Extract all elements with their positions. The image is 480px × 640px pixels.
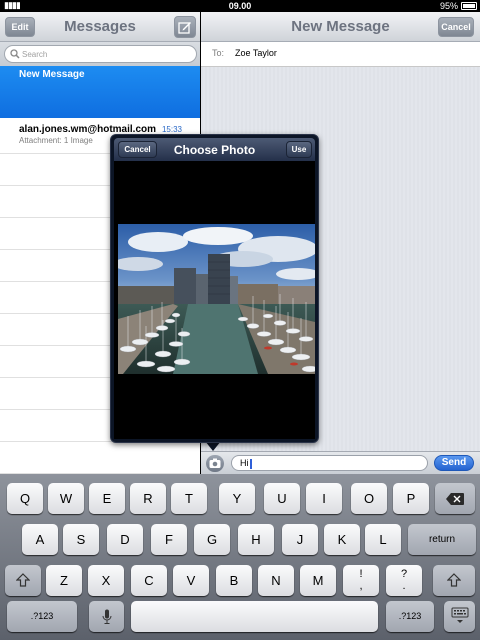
search-icon (10, 49, 20, 59)
compose-bar: Hi Send (201, 451, 480, 474)
popover-header: Cancel Choose Photo Use (114, 138, 315, 161)
keyboard: Q W E R T Y U I O P A S D F G H J K L re… (0, 474, 480, 640)
text-cursor (249, 458, 252, 469)
search-bar (0, 42, 200, 66)
empty-row (0, 442, 200, 474)
key-u[interactable]: U (264, 483, 300, 514)
backspace-key[interactable] (435, 483, 475, 514)
key-w[interactable]: W (48, 483, 84, 514)
key-t[interactable]: T (171, 483, 207, 514)
key-k[interactable]: K (324, 524, 360, 555)
new-message-navbar: New Message Cancel (201, 12, 480, 42)
key-period-label: . (402, 580, 406, 592)
key-p[interactable]: P (393, 483, 429, 514)
camera-button[interactable] (206, 455, 224, 472)
camera-icon (209, 458, 221, 468)
return-key[interactable]: return (408, 524, 476, 555)
status-bar: ▮▮▮▮ 09.00 95% (0, 0, 480, 12)
shift-key-left[interactable] (5, 565, 41, 596)
key-f[interactable]: F (151, 524, 187, 555)
key-r[interactable]: R (130, 483, 166, 514)
key-d[interactable]: D (107, 524, 143, 555)
search-input[interactable] (22, 48, 182, 60)
key-n[interactable]: N (258, 565, 294, 596)
status-time: 09.00 (228, 1, 252, 11)
numbers-key-right[interactable]: .?123 (386, 601, 434, 632)
shift-icon (446, 573, 462, 587)
backspace-icon (446, 493, 464, 505)
key-g[interactable]: G (194, 524, 230, 555)
messages-title: Messages (64, 18, 136, 35)
key-j[interactable]: J (282, 524, 318, 555)
key-m[interactable]: M (300, 565, 336, 596)
messages-navbar: Edit Messages (0, 12, 200, 42)
numbers-key-left[interactable]: .?123 (7, 601, 77, 632)
message-text: Hi (240, 458, 249, 468)
message-input[interactable]: Hi (231, 455, 428, 471)
key-x[interactable]: X (88, 565, 124, 596)
shift-icon (15, 573, 31, 587)
key-v[interactable]: V (173, 565, 209, 596)
microphone-icon (102, 609, 111, 624)
recipient-name: Zoe Taylor (235, 48, 277, 58)
key-b[interactable]: B (216, 565, 252, 596)
key-q[interactable]: Q (7, 483, 43, 514)
conversation-time: 15:33 (161, 125, 182, 134)
key-question-period[interactable]: ? . (386, 565, 422, 596)
key-s[interactable]: S (63, 524, 99, 555)
key-h[interactable]: H (238, 524, 274, 555)
photo-image (118, 224, 315, 374)
conversation-new-message[interactable]: New Message (0, 66, 200, 118)
use-button[interactable]: Use (286, 141, 312, 158)
battery-percent: 95% (439, 1, 458, 11)
key-y[interactable]: Y (219, 483, 255, 514)
key-o[interactable]: O (351, 483, 387, 514)
key-l[interactable]: L (365, 524, 401, 555)
to-field[interactable]: To: Zoe Taylor (201, 42, 480, 67)
photo-harbour[interactable] (118, 224, 315, 374)
key-e[interactable]: E (89, 483, 125, 514)
shift-key-right[interactable] (433, 565, 475, 596)
compose-icon (178, 22, 191, 34)
battery-icon (461, 2, 477, 10)
dictation-key[interactable] (89, 601, 124, 632)
popover-title: Choose Photo (173, 143, 256, 157)
key-c[interactable]: C (131, 565, 167, 596)
key-a[interactable]: A (22, 524, 58, 555)
hide-keyboard-key[interactable] (444, 601, 475, 632)
key-i[interactable]: I (306, 483, 342, 514)
key-comma-label: , (359, 580, 363, 592)
conversation-name: New Message (19, 69, 85, 80)
key-question-label: ? (400, 568, 408, 580)
cancel-button[interactable]: Cancel (438, 17, 474, 37)
photo-preview-area (114, 161, 315, 439)
compose-button[interactable] (174, 16, 196, 38)
space-key[interactable] (131, 601, 378, 632)
send-button[interactable]: Send (434, 455, 474, 471)
keyboard-hide-icon (451, 607, 468, 623)
conversation-preview: Attachment: 1 Image (19, 136, 93, 145)
key-exclaim-label: ! (359, 568, 363, 580)
to-label: To: (212, 48, 225, 58)
choose-photo-popover: Cancel Choose Photo Use (110, 134, 319, 443)
key-z[interactable]: Z (46, 565, 82, 596)
key-exclaim-comma[interactable]: ! , (343, 565, 379, 596)
search-field[interactable] (4, 45, 197, 63)
